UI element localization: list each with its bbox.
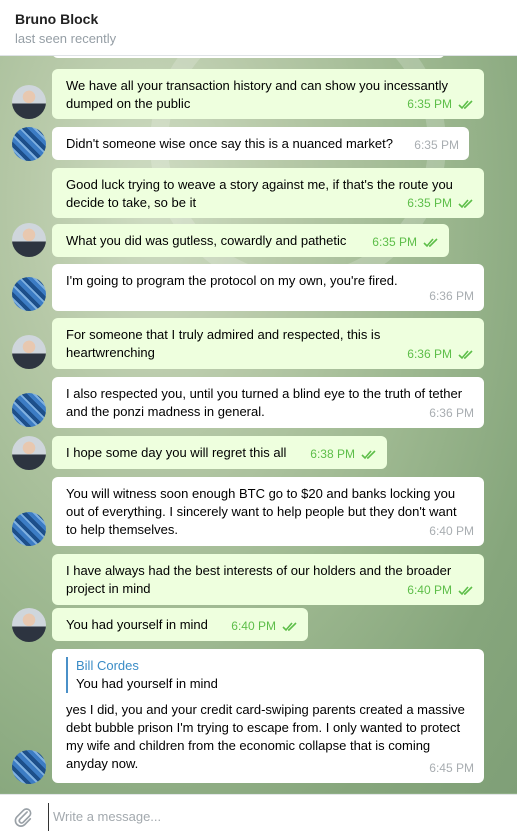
message-bubble[interactable]: Didn't someone wise once say this is a n…	[52, 127, 469, 160]
message-bubble[interactable]: What you did was gutless, cowardly and p…	[52, 224, 449, 257]
avatar[interactable]	[12, 750, 46, 784]
message-text: yes I did, you and your credit card-swip…	[66, 702, 465, 771]
double-check-icon	[282, 622, 297, 632]
avatar[interactable]	[12, 223, 46, 257]
avatar[interactable]	[12, 127, 46, 161]
avatar[interactable]	[12, 393, 46, 427]
message-time: 6:35 PM	[407, 196, 452, 210]
avatar[interactable]	[12, 608, 46, 642]
message-bubble[interactable]: Bill Cordes You had yourself in mind yes…	[52, 649, 484, 783]
message-bubble[interactable]: I hope some day you will regret this all…	[52, 436, 387, 469]
message-time: 6:40 PM	[231, 619, 276, 633]
message-time: 6:40 PM	[429, 524, 474, 538]
avatar[interactable]	[12, 85, 46, 119]
message-bubble[interactable]: I also respected you, until you turned a…	[52, 377, 484, 428]
message-time: 6:35 PM	[372, 235, 417, 249]
contact-status: last seen recently	[15, 31, 117, 46]
message-time: 6:35 PM	[414, 138, 459, 152]
message-bubble[interactable]: We have all your transaction history and…	[52, 69, 484, 119]
double-check-icon	[458, 350, 473, 360]
message-bubble[interactable]: I have always had the best interests of …	[52, 554, 484, 605]
message-bubble[interactable]: You will witness soon enough BTC go to $…	[52, 477, 484, 546]
message-bubble[interactable]: I'm going to program the protocol on my …	[52, 264, 484, 311]
message-time: 6:35 PM	[407, 97, 452, 111]
double-check-icon	[361, 450, 376, 460]
avatar[interactable]	[12, 436, 46, 470]
paperclip-icon[interactable]	[12, 806, 34, 828]
avatar[interactable]	[12, 277, 46, 311]
double-check-icon	[458, 586, 473, 596]
message-composer: Write a message...	[0, 794, 517, 840]
avatar[interactable]	[12, 335, 46, 369]
quoted-reply[interactable]: Bill Cordes You had yourself in mind	[66, 657, 470, 693]
message-meta: 6:35 PM	[407, 95, 474, 113]
chat-header[interactable]: Bruno Block last seen recently	[0, 0, 517, 56]
partial-message-bubble	[52, 56, 445, 58]
message-list[interactable]: We have all your transaction history and…	[0, 56, 517, 793]
message-meta: 6:35 PM	[407, 194, 474, 212]
message-text: I'm going to program the protocol on my …	[66, 273, 398, 288]
double-check-icon	[423, 238, 438, 248]
message-meta: 6:35 PM	[372, 233, 439, 251]
message-meta: 6:40 PM	[231, 617, 298, 635]
message-time: 6:36 PM	[429, 289, 474, 303]
message-bubble[interactable]: You had yourself in mind 6:40 PM	[52, 608, 308, 641]
message-text: I also respected you, until you turned a…	[66, 386, 463, 419]
avatar[interactable]	[12, 512, 46, 546]
message-input[interactable]: Write a message...	[48, 803, 493, 831]
message-time: 6:45 PM	[429, 761, 474, 775]
message-meta: 6:36 PM	[407, 345, 474, 363]
message-time: 6:36 PM	[407, 347, 452, 361]
message-time: 6:38 PM	[310, 447, 355, 461]
message-bubble[interactable]: Good luck trying to weave a story agains…	[52, 168, 484, 218]
quoted-text: You had yourself in mind	[76, 676, 218, 691]
message-text: You will witness soon enough BTC go to $…	[66, 486, 457, 537]
double-check-icon	[458, 199, 473, 209]
quoted-author: Bill Cordes	[76, 658, 139, 673]
contact-name[interactable]: Bruno Block	[15, 11, 98, 27]
double-check-icon	[458, 100, 473, 110]
message-time: 6:40 PM	[407, 583, 452, 597]
message-time: 6:36 PM	[429, 406, 474, 420]
message-bubble[interactable]: For someone that I truly admired and res…	[52, 318, 484, 369]
message-meta: 6:38 PM	[310, 445, 377, 463]
message-meta: 6:40 PM	[407, 581, 474, 599]
message-text: Didn't someone wise once say this is a n…	[66, 136, 393, 151]
